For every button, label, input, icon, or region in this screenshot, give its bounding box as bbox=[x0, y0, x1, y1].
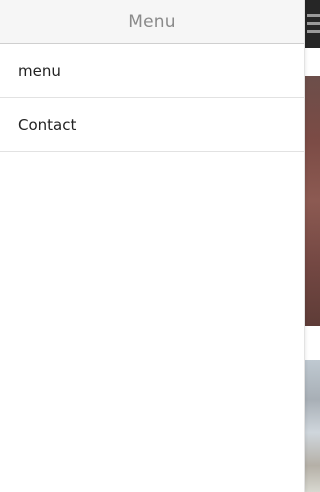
page-secondary-image bbox=[305, 360, 320, 492]
menu-item-contact[interactable]: Contact bbox=[0, 98, 304, 152]
side-menu-title: Menu bbox=[128, 11, 176, 32]
hamburger-icon[interactable] bbox=[307, 14, 320, 34]
menu-item-menu[interactable]: menu bbox=[0, 44, 304, 98]
page-topbar bbox=[305, 0, 320, 48]
app-viewport: Menu menu Contact bbox=[0, 0, 320, 492]
side-menu-list: menu Contact bbox=[0, 44, 304, 152]
side-menu-header: Menu bbox=[0, 0, 304, 44]
background-page bbox=[305, 0, 320, 492]
page-hero-image bbox=[305, 76, 320, 326]
side-menu-panel: Menu menu Contact bbox=[0, 0, 305, 492]
